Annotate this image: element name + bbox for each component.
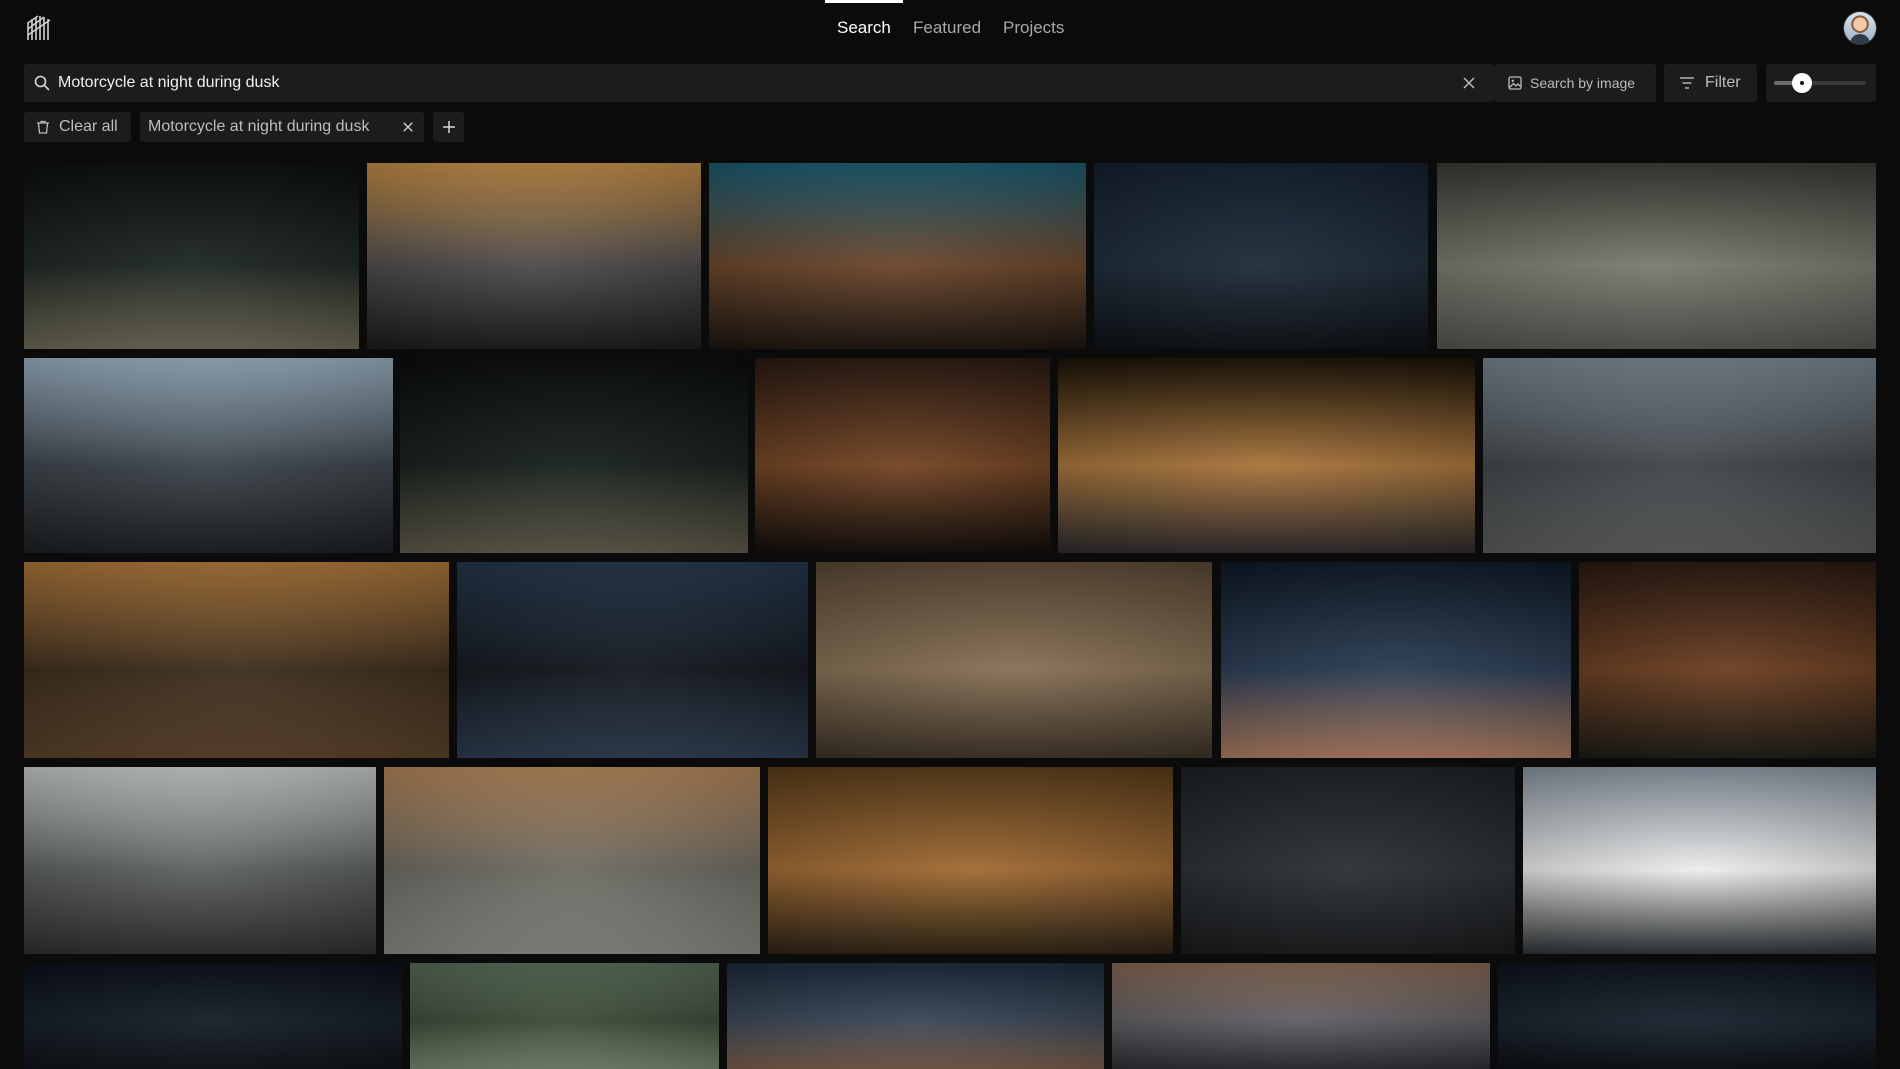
zoom-slider-container: [1766, 64, 1876, 102]
result-thumbnail[interactable]: [1181, 767, 1515, 954]
image-icon: [1508, 76, 1522, 90]
result-thumbnail[interactable]: [24, 358, 393, 553]
tab-featured[interactable]: Featured: [913, 18, 981, 38]
zoom-slider-handle[interactable]: [1791, 73, 1812, 93]
search-by-image-label: Search by image: [1530, 75, 1636, 91]
result-thumbnail[interactable]: [1579, 562, 1876, 758]
tab-search[interactable]: Search: [837, 18, 891, 38]
filter-icon: [1680, 77, 1694, 89]
result-thumbnail[interactable]: [1221, 562, 1571, 758]
result-thumbnail[interactable]: [384, 767, 760, 954]
search-input[interactable]: [58, 64, 1458, 102]
result-thumbnail[interactable]: [727, 963, 1104, 1069]
result-thumbnail[interactable]: [24, 562, 449, 758]
result-thumbnail[interactable]: [1523, 767, 1876, 954]
result-thumbnail[interactable]: [1058, 358, 1475, 553]
result-thumbnail[interactable]: [709, 163, 1086, 349]
result-thumbnail[interactable]: [1112, 963, 1490, 1069]
search-by-image-button[interactable]: Search by image: [1494, 64, 1656, 102]
clear-all-button[interactable]: Clear all: [24, 112, 131, 142]
filter-button[interactable]: Filter: [1664, 64, 1757, 102]
avatar[interactable]: [1844, 12, 1876, 44]
result-thumbnail[interactable]: [755, 358, 1050, 553]
result-thumbnail[interactable]: [816, 562, 1212, 758]
top-bar: Search Featured Projects: [0, 0, 1900, 56]
query-chip-label: Motorcycle at night during dusk: [148, 118, 370, 135]
filter-label: Filter: [1705, 74, 1741, 91]
result-thumbnail[interactable]: [1094, 163, 1428, 349]
tab-projects[interactable]: Projects: [1003, 18, 1064, 38]
result-thumbnail[interactable]: [24, 163, 359, 349]
result-thumbnail[interactable]: [24, 767, 376, 954]
remove-chip-icon[interactable]: [402, 121, 414, 133]
result-thumbnail[interactable]: [1437, 163, 1876, 349]
active-tab-indicator: [825, 0, 903, 3]
result-thumbnail[interactable]: [1498, 963, 1876, 1069]
result-thumbnail[interactable]: [457, 562, 808, 758]
result-thumbnail[interactable]: [410, 963, 719, 1069]
add-query-button[interactable]: [433, 112, 464, 142]
result-thumbnail[interactable]: [1483, 358, 1876, 553]
trash-icon: [37, 120, 49, 134]
main-nav: Search Featured Projects: [0, 0, 1900, 56]
close-icon[interactable]: [1462, 76, 1476, 90]
query-chip: Motorcycle at night during dusk: [140, 112, 424, 142]
search-icon: [34, 75, 50, 91]
result-thumbnail[interactable]: [367, 163, 701, 349]
plus-icon: [443, 121, 455, 133]
result-thumbnail[interactable]: [400, 358, 748, 553]
clear-all-label: Clear all: [59, 118, 118, 135]
result-thumbnail[interactable]: [24, 963, 402, 1069]
zoom-slider-track[interactable]: [1774, 81, 1866, 85]
result-thumbnail[interactable]: [768, 767, 1173, 954]
search-bar: [24, 64, 1494, 102]
